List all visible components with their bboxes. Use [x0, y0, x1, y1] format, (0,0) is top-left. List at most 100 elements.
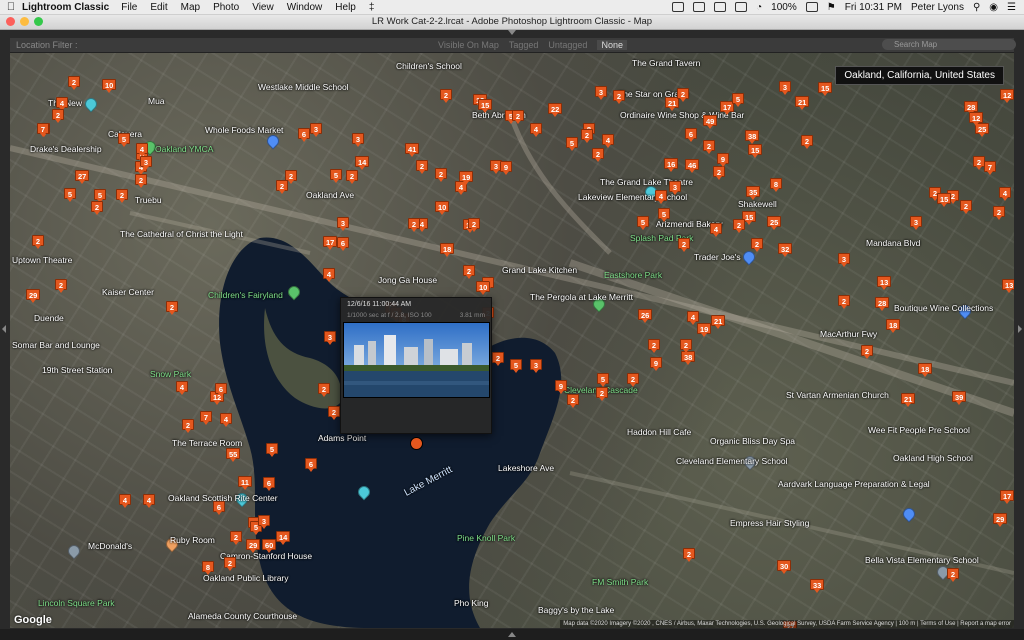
photo-count-pin[interactable]: 3: [595, 86, 607, 100]
photo-count-pin[interactable]: 2: [55, 279, 67, 293]
photo-count-pin[interactable]: 7: [37, 123, 49, 137]
photo-count-pin[interactable]: 7: [200, 411, 212, 425]
photo-count-pin[interactable]: 3: [669, 181, 681, 195]
photo-count-pin[interactable]: 2: [960, 200, 972, 214]
photo-count-pin[interactable]: 2: [592, 148, 604, 162]
photo-count-pin[interactable]: 25: [767, 216, 782, 230]
battery-icon[interactable]: [805, 2, 818, 12]
photo-count-pin[interactable]: 3: [838, 253, 850, 267]
user-name[interactable]: Peter Lyons: [911, 2, 964, 13]
photo-count-pin[interactable]: 11: [238, 476, 252, 490]
clock[interactable]: Fri 10:31 PM: [845, 2, 902, 13]
photo-count-pin[interactable]: 6: [298, 128, 310, 142]
photo-count-pin[interactable]: 28: [964, 101, 979, 115]
photo-count-pin[interactable]: 5: [566, 137, 578, 151]
photo-count-pin[interactable]: 21: [711, 315, 726, 329]
photo-count-pin[interactable]: 18: [886, 319, 901, 333]
photo-count-pin[interactable]: 15: [478, 99, 493, 113]
app-menu[interactable]: Lightroom Classic: [22, 2, 109, 13]
photo-count-pin[interactable]: 2: [596, 387, 608, 401]
spotlight-icon[interactable]: ⚲: [973, 2, 980, 13]
photo-count-pin[interactable]: 2: [91, 201, 103, 215]
photo-count-pin[interactable]: 3: [310, 123, 322, 137]
photo-count-pin[interactable]: 2: [703, 140, 715, 154]
photo-count-pin[interactable]: 9: [650, 357, 662, 371]
photo-count-pin[interactable]: 2: [182, 419, 194, 433]
photo-count-pin[interactable]: 2: [224, 557, 236, 571]
photo-count-pin[interactable]: 2: [801, 135, 813, 149]
photo-count-pin[interactable]: 3: [337, 217, 349, 231]
photo-count-pin[interactable]: 2: [276, 180, 288, 194]
photo-count-pin[interactable]: 4: [143, 494, 155, 508]
photo-count-pin[interactable]: 41: [405, 143, 420, 157]
filter-none[interactable]: None: [597, 40, 627, 50]
photo-thumbnail[interactable]: [343, 322, 490, 398]
photo-count-pin[interactable]: 2: [492, 352, 504, 366]
photo-count-pin[interactable]: 21: [901, 393, 916, 407]
right-panel-toggle[interactable]: [1018, 325, 1022, 333]
photo-count-pin[interactable]: 14: [276, 531, 291, 545]
photo-count-pin[interactable]: 19: [459, 171, 474, 185]
photo-count-pin[interactable]: 6: [685, 128, 697, 142]
photo-count-pin[interactable]: 2: [416, 160, 428, 174]
photo-count-pin[interactable]: 2: [408, 218, 420, 232]
photo-count-pin[interactable]: 2: [648, 339, 660, 353]
display-icon[interactable]: [672, 2, 685, 12]
photo-count-pin[interactable]: 2: [230, 531, 242, 545]
photo-count-pin[interactable]: 13: [877, 276, 892, 290]
photo-count-pin[interactable]: 5: [94, 189, 106, 203]
menu-view[interactable]: View: [252, 2, 274, 13]
photo-count-pin[interactable]: 3: [258, 515, 270, 529]
photo-count-pin[interactable]: 33: [810, 579, 825, 593]
photo-count-pin[interactable]: 4: [220, 413, 232, 427]
photo-count-pin[interactable]: 15: [937, 193, 952, 207]
flag-icon[interactable]: ⚑: [827, 2, 836, 13]
photo-count-pin[interactable]: 17: [1000, 490, 1014, 504]
dropbox-icon[interactable]: [693, 2, 706, 12]
photo-count-pin[interactable]: 2: [512, 110, 524, 124]
photo-count-pin[interactable]: 2: [463, 265, 475, 279]
photo-count-pin[interactable]: 2: [713, 166, 725, 180]
menu-photo[interactable]: Photo: [213, 2, 239, 13]
photo-count-pin[interactable]: 9: [555, 380, 567, 394]
photo-count-pin[interactable]: 27: [75, 170, 90, 184]
photo-count-pin[interactable]: 2: [468, 218, 480, 232]
photo-count-pin[interactable]: 7: [984, 161, 996, 175]
photo-count-pin[interactable]: 2: [581, 129, 593, 143]
photo-count-pin[interactable]: 3: [530, 359, 542, 373]
photo-count-pin[interactable]: 5: [732, 93, 744, 107]
photo-count-pin[interactable]: 10: [476, 281, 491, 295]
photo-count-pin[interactable]: 4: [999, 187, 1011, 201]
filter-untagged[interactable]: Untagged: [548, 40, 587, 50]
photo-count-pin[interactable]: 2: [346, 170, 358, 184]
menu-edit[interactable]: Edit: [150, 2, 167, 13]
photo-count-pin[interactable]: 2: [993, 206, 1005, 220]
photo-count-pin[interactable]: 4: [176, 381, 188, 395]
photo-count-pin[interactable]: 39: [952, 391, 967, 405]
photo-count-pin[interactable]: 2: [751, 238, 763, 252]
photo-count-pin[interactable]: 2: [318, 383, 330, 397]
photo-count-pin[interactable]: 15: [748, 144, 763, 158]
photo-count-pin[interactable]: 10: [435, 201, 450, 215]
siri-icon[interactable]: ◉: [989, 2, 998, 13]
photo-count-pin[interactable]: 2: [567, 394, 579, 408]
photo-count-pin[interactable]: 2: [861, 345, 873, 359]
photo-count-pin[interactable]: 2: [838, 295, 850, 309]
photo-count-pin[interactable]: 35: [746, 186, 761, 200]
photo-count-pin[interactable]: 4: [655, 190, 667, 204]
photo-count-pin[interactable]: 3: [779, 81, 791, 95]
photo-count-pin[interactable]: 16: [664, 158, 679, 172]
notification-center-icon[interactable]: ☰: [1007, 2, 1016, 13]
map-view[interactable]: Westlake Middle School Whole Foods Marke…: [10, 53, 1014, 628]
photo-count-pin[interactable]: 4: [136, 143, 148, 157]
photo-count-pin[interactable]: 2: [613, 90, 625, 104]
photo-count-pin[interactable]: 6: [305, 458, 317, 472]
photo-count-pin[interactable]: 2: [683, 548, 695, 562]
photo-count-pin[interactable]: 5: [510, 359, 522, 373]
photo-count-pin[interactable]: 2: [677, 88, 689, 102]
left-panel-toggle[interactable]: [2, 325, 6, 333]
photo-count-pin[interactable]: 60: [262, 539, 277, 553]
photo-count-pin[interactable]: 4: [687, 311, 699, 325]
photo-count-pin[interactable]: 5: [64, 188, 76, 202]
photo-count-pin[interactable]: 8: [202, 561, 214, 575]
